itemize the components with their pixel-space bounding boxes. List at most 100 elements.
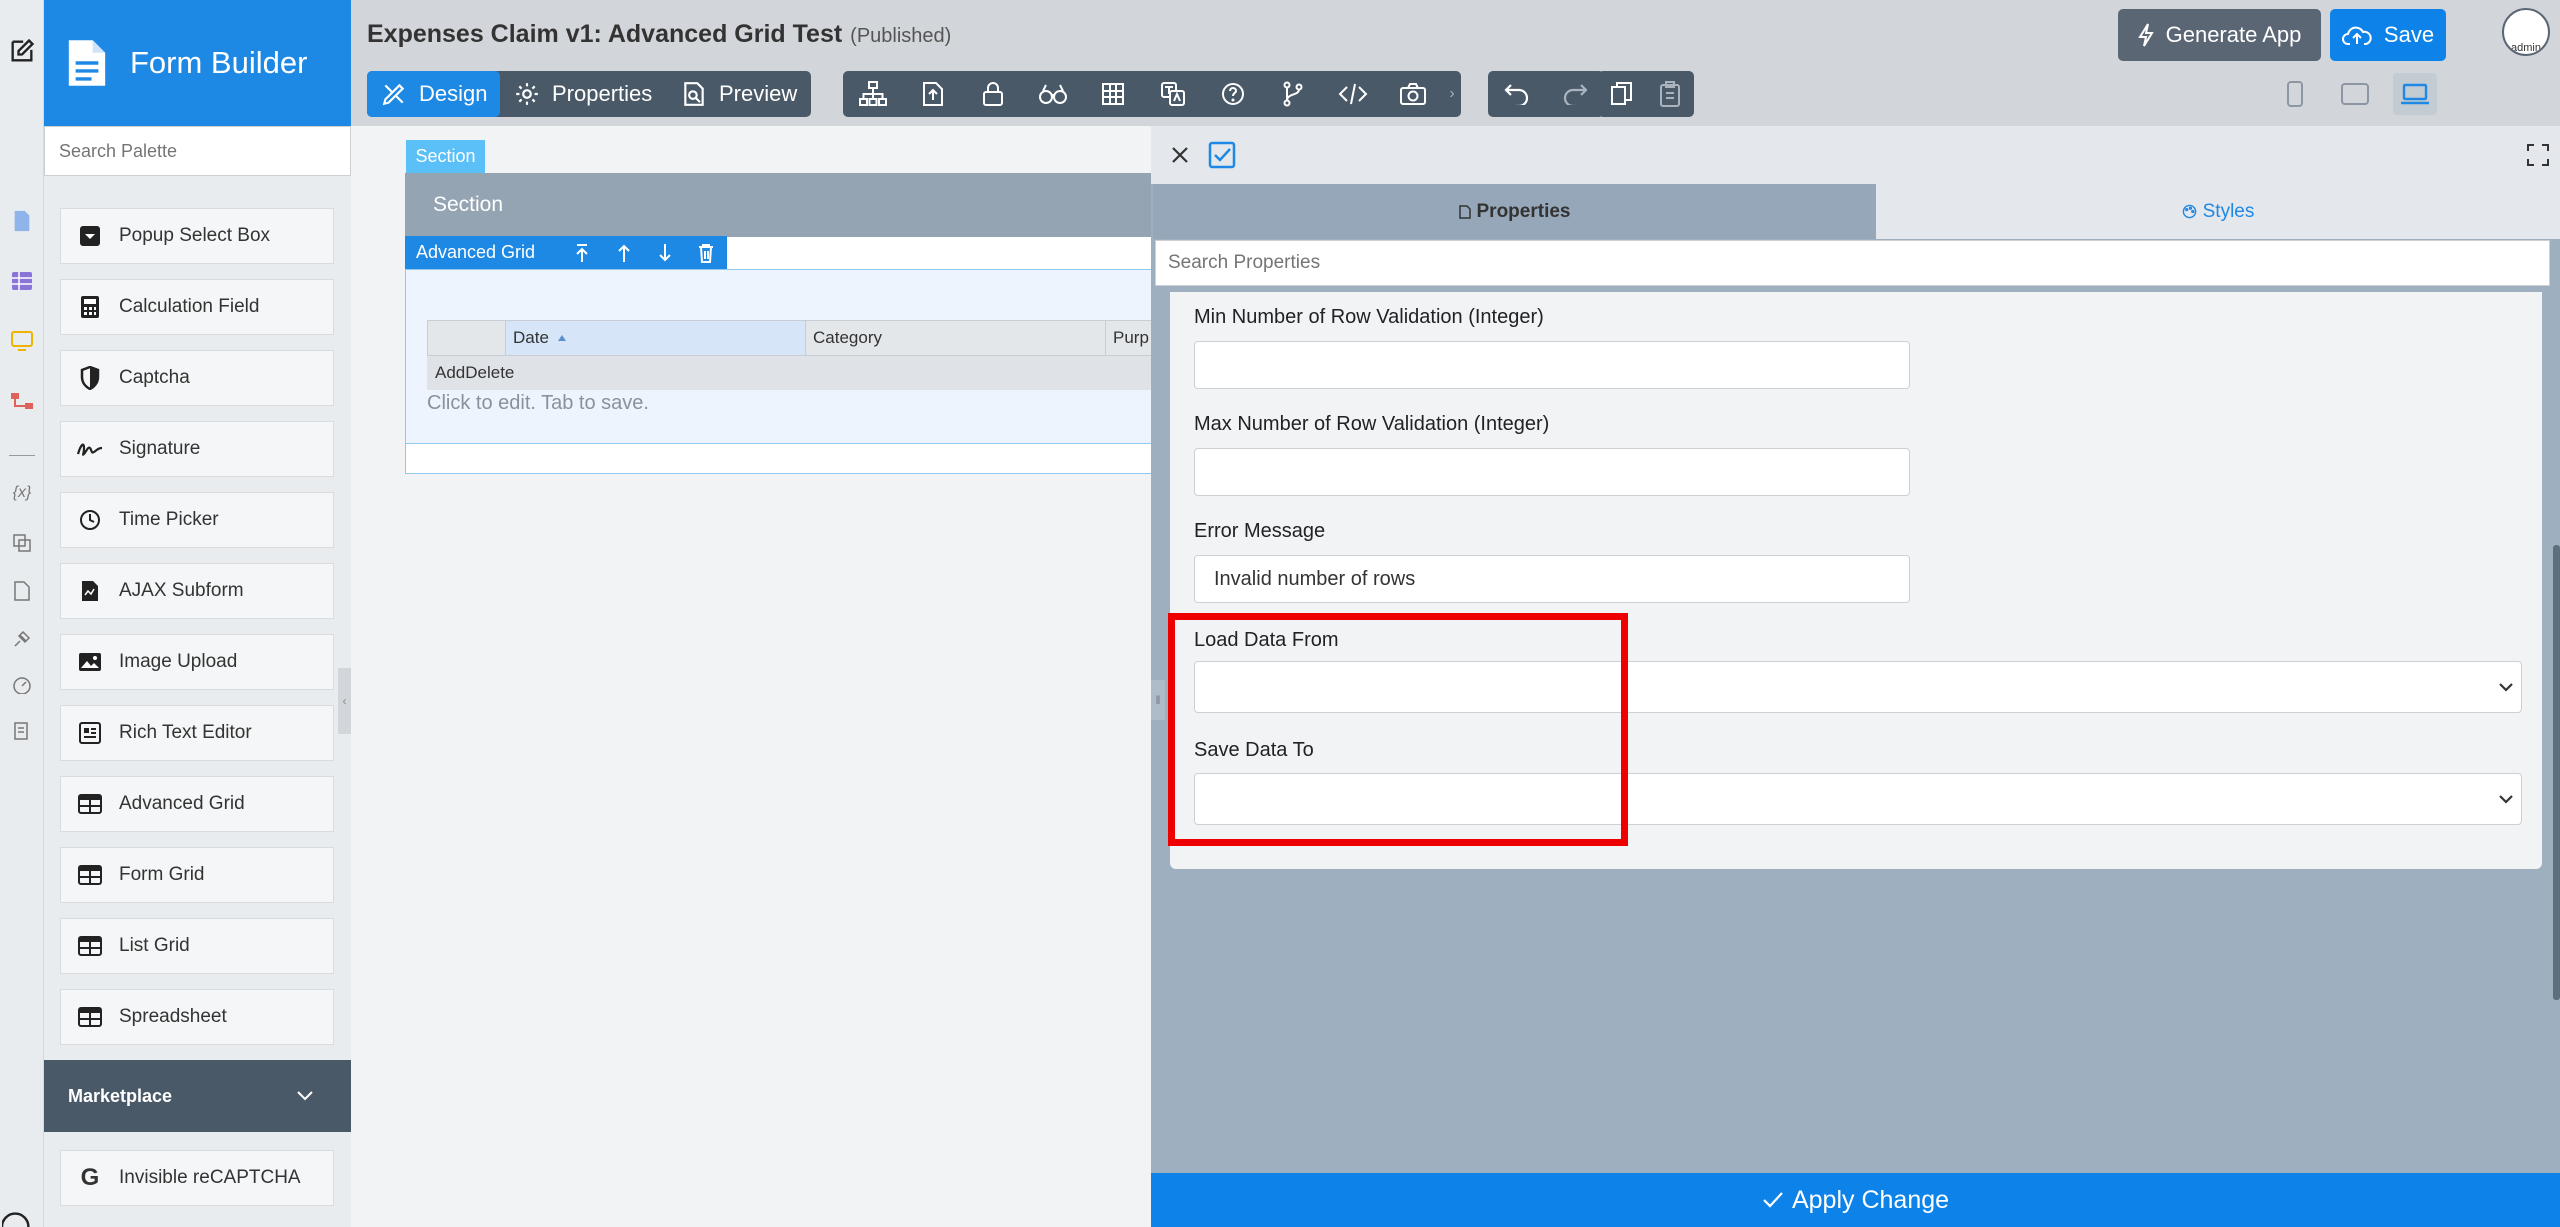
palette-collapse-handle[interactable]: ‹ bbox=[338, 668, 351, 734]
import-icon[interactable] bbox=[903, 71, 963, 117]
google-g-icon: G bbox=[80, 1164, 100, 1191]
palette-item-advanced-grid[interactable]: Advanced Grid bbox=[60, 776, 334, 832]
fullscreen-icon[interactable] bbox=[2523, 140, 2553, 170]
redo-icon[interactable] bbox=[1546, 71, 1604, 117]
performance-icon[interactable] bbox=[7, 670, 37, 700]
palette-item-label: Form Grid bbox=[119, 864, 205, 885]
palette-item-image-upload[interactable]: Image Upload bbox=[60, 634, 334, 690]
marketplace-header[interactable]: Marketplace bbox=[44, 1060, 351, 1132]
max-rows-input[interactable] bbox=[1194, 448, 1910, 496]
calculator-icon bbox=[77, 294, 103, 320]
error-message-input[interactable]: Invalid number of rows bbox=[1194, 555, 1910, 603]
palette-item-rich-text-editor[interactable]: Rich Text Editor bbox=[60, 705, 334, 761]
desktop-view-icon[interactable] bbox=[2393, 73, 2437, 115]
trash-icon[interactable] bbox=[686, 243, 727, 263]
move-down-icon[interactable] bbox=[644, 243, 685, 263]
palette-item-form-grid[interactable]: Form Grid bbox=[60, 847, 334, 903]
marketplace-label: Marketplace bbox=[68, 1085, 173, 1106]
avatar[interactable]: admin bbox=[2502, 8, 2550, 56]
toolbar-scroll-right-icon[interactable]: › bbox=[1443, 71, 1461, 117]
tree-icon[interactable] bbox=[843, 71, 903, 117]
palette-item-popup-select-box[interactable]: Popup Select Box bbox=[60, 208, 334, 264]
lock-icon[interactable] bbox=[963, 71, 1023, 117]
form-title: Expenses Claim v1: Advanced Grid Test (Pu… bbox=[367, 20, 951, 49]
close-icon[interactable] bbox=[1165, 140, 1195, 170]
tab-design[interactable]: Design bbox=[367, 71, 500, 117]
mobile-view-icon[interactable] bbox=[2273, 73, 2317, 115]
palette-item-signature[interactable]: Signature bbox=[60, 421, 334, 477]
preview-icon bbox=[681, 81, 707, 107]
column-label: Category bbox=[813, 328, 882, 347]
datalist-icon[interactable] bbox=[7, 266, 37, 296]
page-icon[interactable] bbox=[7, 576, 37, 606]
chevron-down-icon bbox=[2499, 682, 2513, 692]
tab-styles[interactable]: Styles bbox=[1876, 184, 2560, 239]
palette-item-label: Time Picker bbox=[119, 509, 219, 530]
undo-icon[interactable] bbox=[1488, 71, 1546, 117]
tab-preview[interactable]: Preview bbox=[667, 71, 811, 117]
apply-change-button[interactable]: Apply Change bbox=[1151, 1173, 2560, 1227]
palette-item-captcha[interactable]: Captcha bbox=[60, 350, 334, 406]
variable-icon[interactable]: {x} bbox=[7, 478, 37, 508]
clipboard-toolbar bbox=[1598, 71, 1694, 117]
palette-item-label: Image Upload bbox=[119, 651, 238, 672]
palette-item-time-picker[interactable]: Time Picker bbox=[60, 492, 334, 548]
save-button[interactable]: Save bbox=[2330, 9, 2446, 61]
error-message-label: Error Message bbox=[1194, 520, 1326, 542]
palette-item-ajax-subform[interactable]: AJAX Subform bbox=[60, 563, 334, 619]
form-icon[interactable] bbox=[7, 206, 37, 236]
history-toolbar bbox=[1488, 71, 1604, 117]
move-top-icon[interactable] bbox=[562, 243, 603, 263]
properties-search[interactable] bbox=[1155, 240, 2550, 286]
palette-item-label: Spreadsheet bbox=[119, 1006, 227, 1027]
gear-icon bbox=[514, 81, 540, 107]
grid-action-row[interactable]: AddDelete bbox=[427, 356, 1157, 390]
generate-app-button[interactable]: Generate App bbox=[2118, 9, 2321, 61]
code-icon[interactable] bbox=[1323, 71, 1383, 117]
bottom-circle-icon[interactable] bbox=[2, 1204, 32, 1227]
panel-scrollbar[interactable] bbox=[2553, 545, 2560, 1000]
panel-resize-handle[interactable]: ‖ bbox=[1151, 680, 1165, 720]
palette-item-spreadsheet[interactable]: Spreadsheet bbox=[60, 989, 334, 1045]
section-tag[interactable]: Section bbox=[406, 140, 485, 173]
min-rows-input[interactable] bbox=[1194, 341, 1910, 389]
logs-icon[interactable] bbox=[7, 716, 37, 746]
palette-item-invisible-recaptcha[interactable]: G Invisible reCAPTCHA bbox=[60, 1150, 334, 1206]
paste-icon[interactable] bbox=[1646, 71, 1694, 117]
resources-icon[interactable] bbox=[7, 528, 37, 558]
palette-item-calculation-field[interactable]: Calculation Field bbox=[60, 279, 334, 335]
plugin-icon[interactable] bbox=[7, 624, 37, 654]
chevron-down-icon bbox=[297, 1091, 313, 1101]
move-up-icon[interactable] bbox=[603, 243, 644, 263]
branch-icon[interactable] bbox=[1263, 71, 1323, 117]
tab-properties[interactable]: Properties bbox=[500, 71, 667, 117]
translate-icon[interactable] bbox=[1143, 71, 1203, 117]
help-icon[interactable] bbox=[1203, 71, 1263, 117]
grid-header: Date Category Purp bbox=[427, 320, 1157, 356]
binoculars-icon[interactable] bbox=[1023, 71, 1083, 117]
copy-icon[interactable] bbox=[1598, 71, 1646, 117]
popup-select-icon bbox=[77, 223, 103, 249]
grid-column-category[interactable]: Category bbox=[806, 321, 1106, 355]
save-label: Save bbox=[2383, 22, 2435, 47]
form-title-text: Expenses Claim v1: Advanced Grid Test bbox=[367, 20, 843, 48]
section-header[interactable]: Section bbox=[405, 173, 1157, 237]
palette-search[interactable] bbox=[44, 126, 351, 176]
camera-icon[interactable] bbox=[1383, 71, 1443, 117]
palette-item-list-grid[interactable]: List Grid bbox=[60, 918, 334, 974]
grid-icon[interactable] bbox=[1083, 71, 1143, 117]
tab-properties-panel[interactable]: Properties bbox=[1153, 184, 1876, 239]
userview-icon[interactable] bbox=[7, 326, 37, 356]
grid-column-date[interactable]: Date bbox=[506, 321, 806, 355]
generate-app-label: Generate App bbox=[2165, 22, 2302, 47]
column-label: Date bbox=[513, 328, 549, 347]
tab-styles-label: Styles bbox=[2202, 200, 2255, 222]
document-icon bbox=[1458, 204, 1471, 219]
properties-search-input[interactable] bbox=[1156, 241, 2549, 285]
process-icon[interactable] bbox=[7, 386, 37, 416]
checkbox-confirm-icon[interactable] bbox=[1205, 138, 1239, 172]
palette-search-input[interactable] bbox=[45, 127, 350, 175]
tablet-view-icon[interactable] bbox=[2333, 73, 2377, 115]
grid-column-purpose[interactable]: Purp bbox=[1106, 321, 1149, 355]
edit-icon[interactable] bbox=[7, 36, 37, 66]
